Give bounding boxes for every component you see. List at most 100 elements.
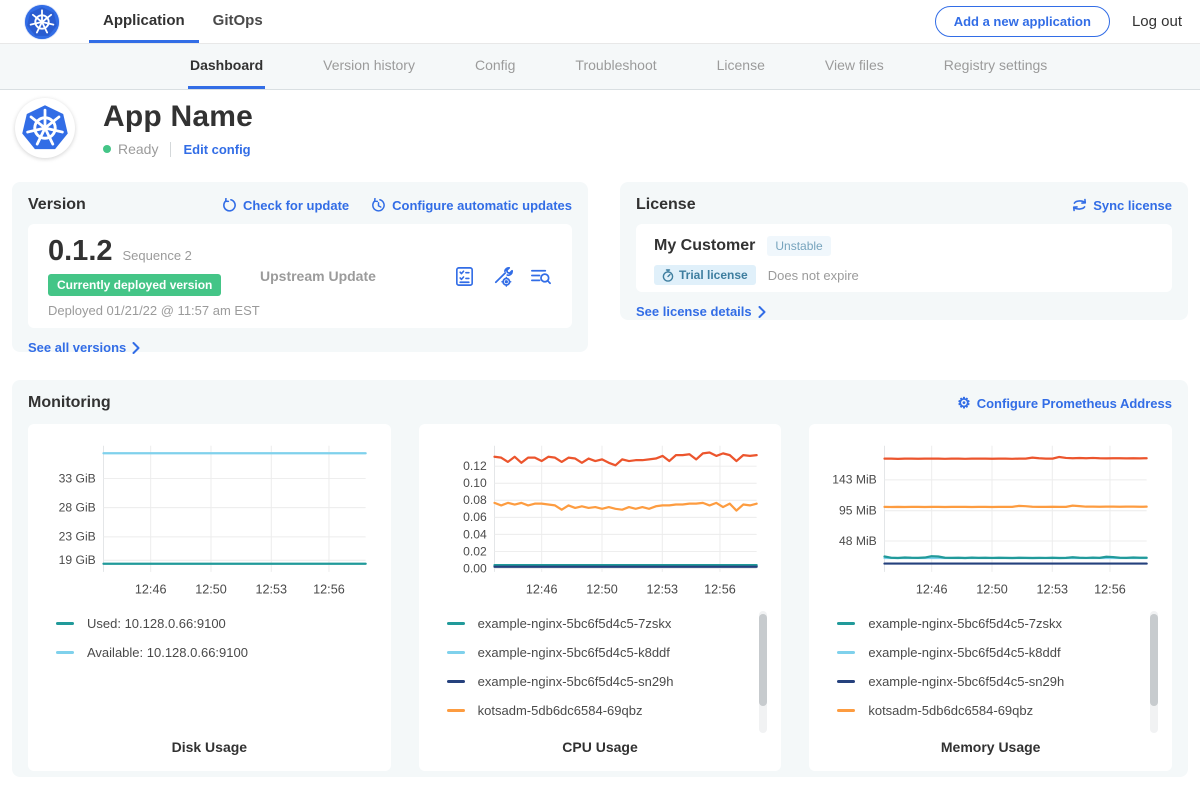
currently-deployed-badge: Currently deployed version	[48, 274, 221, 296]
divider	[170, 142, 171, 157]
cpu-usage-chart-card: 0.120.100.080.060.040.020.0012:4612:5012…	[419, 424, 782, 771]
trial-license-badge: Trial license	[654, 265, 756, 285]
app-icon	[15, 98, 75, 158]
legend-item: example-nginx-5bc6f5d4c5-sn29h	[837, 667, 1158, 696]
edit-config-icon[interactable]	[491, 265, 514, 288]
chart-legend: example-nginx-5bc6f5d4c5-7zskx example-ng…	[433, 609, 768, 733]
legend-swatch	[56, 651, 74, 654]
legend-item: example-nginx-5bc6f5d4c5-7zskx	[837, 609, 1158, 638]
chart-plot: 0.120.100.080.060.040.020.0012:4612:5012…	[433, 436, 768, 603]
license-card-title: License	[636, 196, 696, 214]
svg-text:28 GiB: 28 GiB	[59, 501, 96, 515]
legend-item: kotsadm-5db6dc6584-69qbz	[837, 696, 1158, 725]
legend-item: example-nginx-5bc6f5d4c5-sn29h	[447, 667, 768, 696]
version-number: 0.1.2	[48, 235, 113, 268]
status-dot	[103, 145, 111, 153]
legend-scrollbar[interactable]	[759, 611, 767, 733]
legend-label: example-nginx-5bc6f5d4c5-7zskx	[868, 616, 1062, 631]
chart-legend: example-nginx-5bc6f5d4c5-7zskx example-ng…	[823, 609, 1158, 733]
view-diff-icon[interactable]	[529, 265, 552, 288]
sync-license-link[interactable]: Sync license	[1072, 198, 1172, 213]
svg-text:95 MiB: 95 MiB	[839, 504, 877, 518]
svg-text:48 MiB: 48 MiB	[839, 534, 877, 548]
legend-scrollbar-thumb[interactable]	[759, 614, 767, 706]
legend-item: kotsadm-5db6dc6584-69qbz	[447, 696, 768, 725]
legend-item: example-nginx-5bc6f5d4c5-k8ddf	[447, 638, 768, 667]
sequence-label: Sequence 2	[123, 248, 192, 263]
svg-text:12:53: 12:53	[255, 582, 287, 596]
legend-swatch	[837, 622, 855, 625]
license-summary-row: My Customer Unstable Trial license Does …	[636, 224, 1172, 292]
version-card-title: Version	[28, 196, 86, 214]
chart-title: CPU Usage	[433, 733, 768, 763]
svg-text:143 MiB: 143 MiB	[833, 473, 877, 487]
memory-usage-chart-card: 143 MiB 95 MiB 48 MiB 12:46 12:50 12:53 12:56 e…	[809, 424, 1172, 771]
logout-button[interactable]: Log out	[1132, 13, 1182, 30]
app-header: App Name Ready Edit config	[0, 90, 1200, 172]
tab-troubleshoot[interactable]: Troubleshoot	[573, 44, 658, 89]
edit-config-link[interactable]: Edit config	[183, 142, 250, 157]
svg-text:0.02: 0.02	[463, 544, 487, 558]
preflight-checks-icon[interactable]	[453, 265, 476, 288]
svg-text:12:53: 12:53	[1037, 582, 1069, 596]
chevron-right-icon	[132, 342, 140, 354]
legend-swatch	[447, 651, 465, 654]
page-title: App Name	[103, 100, 253, 134]
svg-text:19 GiB: 19 GiB	[59, 553, 96, 567]
configure-prometheus-link[interactable]: ⚙ Configure Prometheus Address	[957, 396, 1172, 411]
svg-text:12:50: 12:50	[195, 582, 227, 596]
disk-usage-chart-card: 33 GiB28 GiB23 GiB19 GiB12:4612:5012:531…	[28, 424, 391, 771]
svg-text:12:56: 12:56	[1095, 582, 1127, 596]
svg-text:12:56: 12:56	[313, 582, 345, 596]
legend-scrollbar[interactable]	[1150, 611, 1158, 733]
license-card: License Sync license My Custo	[620, 182, 1188, 320]
chart-title: Memory Usage	[823, 733, 1158, 763]
tab-license[interactable]: License	[715, 44, 767, 89]
kubernetes-logo-icon	[25, 5, 59, 39]
top-navbar: Application GitOps Add a new application…	[0, 0, 1200, 44]
tab-gitops[interactable]: GitOps	[199, 0, 277, 43]
chevron-right-icon	[758, 306, 766, 318]
check-for-update-link[interactable]: Check for update	[222, 198, 349, 213]
deployed-timestamp: Deployed 01/21/22 @ 11:57 am EST	[48, 303, 260, 318]
svg-text:0.06: 0.06	[463, 510, 487, 524]
chart-plot: 143 MiB 95 MiB 48 MiB 12:46 12:50 12:53 12:56	[823, 436, 1158, 603]
legend-label: kotsadm-5db6dc6584-69qbz	[478, 703, 643, 718]
svg-text:12:50: 12:50	[977, 582, 1009, 596]
gear-icon: ⚙	[957, 396, 970, 411]
svg-text:12:46: 12:46	[916, 582, 948, 596]
monitoring-title: Monitoring	[28, 394, 111, 412]
clock-refresh-icon	[371, 198, 386, 213]
tab-dashboard[interactable]: Dashboard	[188, 44, 265, 89]
svg-text:23 GiB: 23 GiB	[59, 530, 96, 544]
legend-label: example-nginx-5bc6f5d4c5-k8ddf	[478, 645, 670, 660]
tab-config[interactable]: Config	[473, 44, 517, 89]
svg-text:12:53: 12:53	[646, 582, 678, 596]
legend-label: example-nginx-5bc6f5d4c5-k8ddf	[868, 645, 1060, 660]
legend-item: example-nginx-5bc6f5d4c5-7zskx	[447, 609, 768, 638]
legend-item: Used: 10.128.0.66:9100	[56, 609, 377, 638]
configure-automatic-updates-link[interactable]: Configure automatic updates	[371, 198, 572, 213]
legend-label: Available: 10.128.0.66:9100	[87, 645, 248, 660]
legend-swatch	[56, 622, 74, 625]
monitoring-section: Monitoring ⚙ Configure Prometheus Addres…	[12, 380, 1188, 777]
channel-badge: Unstable	[767, 236, 830, 256]
tab-version-history[interactable]: Version history	[321, 44, 417, 89]
chart-plot: 33 GiB28 GiB23 GiB19 GiB12:4612:5012:531…	[42, 436, 377, 603]
see-all-versions-link[interactable]: See all versions	[28, 340, 140, 355]
see-license-details-link[interactable]: See license details	[636, 304, 766, 319]
svg-text:0.10: 0.10	[463, 476, 487, 490]
license-expiry: Does not expire	[768, 268, 859, 283]
tab-registry-settings[interactable]: Registry settings	[942, 44, 1049, 89]
svg-text:12:50: 12:50	[586, 582, 618, 596]
tab-application[interactable]: Application	[89, 0, 199, 43]
add-new-application-button[interactable]: Add a new application	[935, 6, 1110, 37]
legend-label: example-nginx-5bc6f5d4c5-7zskx	[478, 616, 672, 631]
legend-scrollbar-thumb[interactable]	[1150, 614, 1158, 706]
refresh-icon	[222, 198, 237, 213]
legend-item: Available: 10.128.0.66:9100	[56, 638, 377, 667]
charts-row: 33 GiB28 GiB23 GiB19 GiB12:4612:5012:531…	[28, 424, 1172, 771]
svg-text:33 GiB: 33 GiB	[59, 471, 96, 485]
status-text: Ready	[118, 141, 158, 157]
tab-view-files[interactable]: View files	[823, 44, 886, 89]
